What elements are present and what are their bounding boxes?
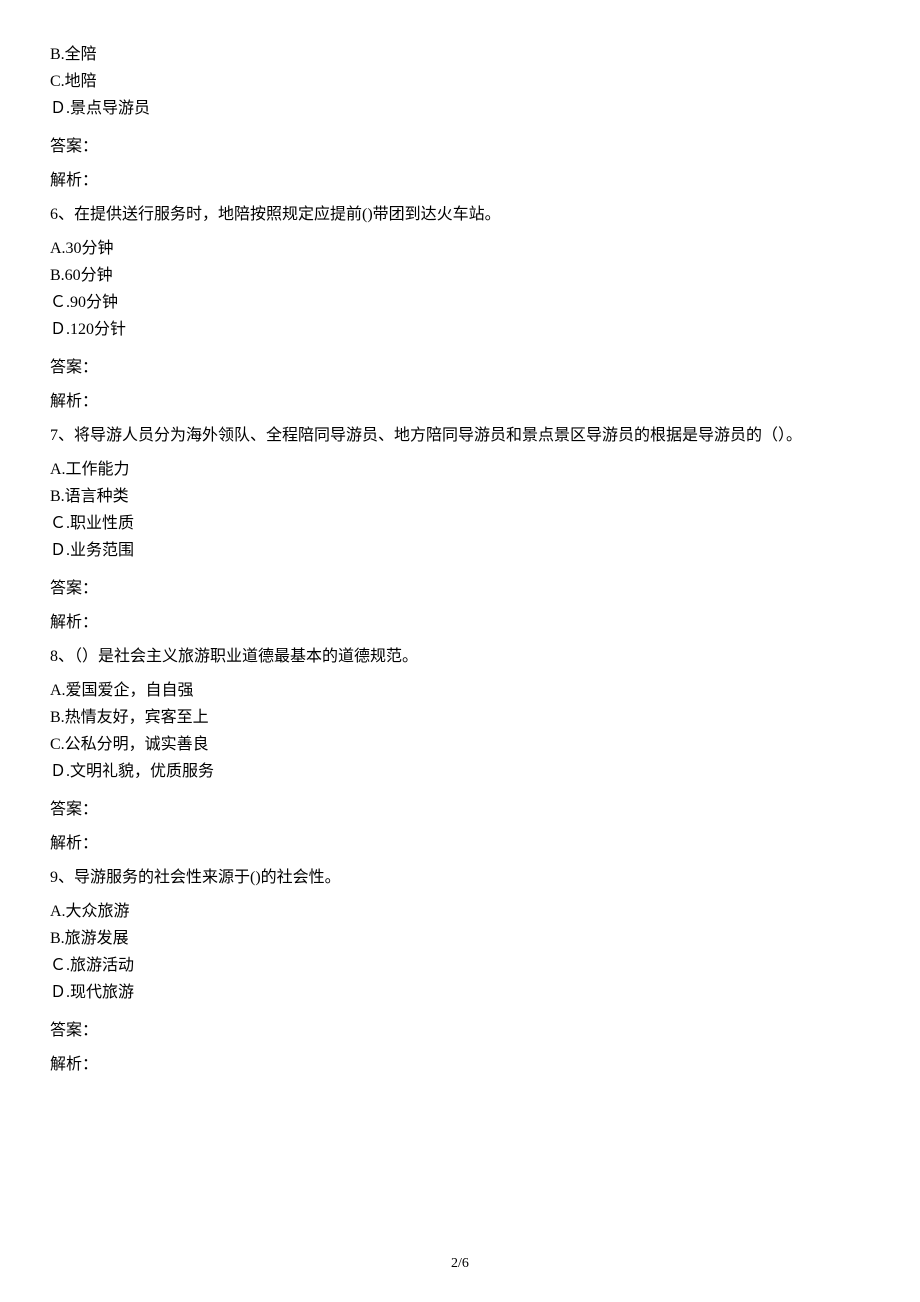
option-a: A.爱国爱企，自自强 [50, 679, 870, 703]
option-b: B.热情友好，宾客至上 [50, 706, 870, 730]
answer-label: 答案： [50, 1019, 870, 1043]
question-9-stem: 9、导游服务的社会性来源于()的社会性。 [50, 866, 870, 890]
option-c: C.公私分明，诚实善良 [50, 733, 870, 757]
answer-label: 答案： [50, 577, 870, 601]
analysis-label: 解析： [50, 1053, 870, 1077]
page-number: 2/6 [0, 1253, 920, 1274]
option-c: Ｃ.职业性质 [50, 512, 870, 536]
answer-label: 答案： [50, 798, 870, 822]
analysis-label: 解析： [50, 169, 870, 193]
option-c: C.地陪 [50, 70, 870, 94]
question-7-options: A.工作能力 B.语言种类 Ｃ.职业性质 Ｄ.业务范围 [50, 458, 870, 563]
question-8-stem: 8、（）是社会主义旅游职业道德最基本的道德规范。 [50, 645, 870, 669]
option-b: B.全陪 [50, 43, 870, 67]
option-b: B.语言种类 [50, 485, 870, 509]
analysis-label: 解析： [50, 611, 870, 635]
option-d: Ｄ.现代旅游 [50, 981, 870, 1005]
question-9-options: A.大众旅游 B.旅游发展 Ｃ.旅游活动 Ｄ.现代旅游 [50, 900, 870, 1005]
answer-label: 答案： [50, 135, 870, 159]
question-6-options: A.30分钟 B.60分钟 Ｃ.90分钟 Ｄ.120分针 [50, 237, 870, 342]
question-7-stem: 7、将导游人员分为海外领队、全程陪同导游员、地方陪同导游员和景点景区导游员的根据… [50, 424, 870, 448]
option-b: B.旅游发展 [50, 927, 870, 951]
option-c: Ｃ.旅游活动 [50, 954, 870, 978]
document-page: B.全陪 C.地陪 Ｄ.景点导游员 答案： 解析： 6、在提供送行服务时，地陪按… [0, 0, 920, 1302]
option-d: Ｄ.业务范围 [50, 539, 870, 563]
analysis-label: 解析： [50, 390, 870, 414]
option-d: Ｄ.景点导游员 [50, 97, 870, 121]
option-d: Ｄ.文明礼貌，优质服务 [50, 760, 870, 784]
question-6-stem: 6、在提供送行服务时，地陪按照规定应提前()带团到达火车站。 [50, 203, 870, 227]
option-b: B.60分钟 [50, 264, 870, 288]
option-d: Ｄ.120分针 [50, 318, 870, 342]
option-a: A.大众旅游 [50, 900, 870, 924]
option-a: A.30分钟 [50, 237, 870, 261]
option-c: Ｃ.90分钟 [50, 291, 870, 315]
option-a: A.工作能力 [50, 458, 870, 482]
question-5-partial: B.全陪 C.地陪 Ｄ.景点导游员 [50, 43, 870, 121]
analysis-label: 解析： [50, 832, 870, 856]
answer-label: 答案： [50, 356, 870, 380]
question-8-options: A.爱国爱企，自自强 B.热情友好，宾客至上 C.公私分明，诚实善良 Ｄ.文明礼… [50, 679, 870, 784]
